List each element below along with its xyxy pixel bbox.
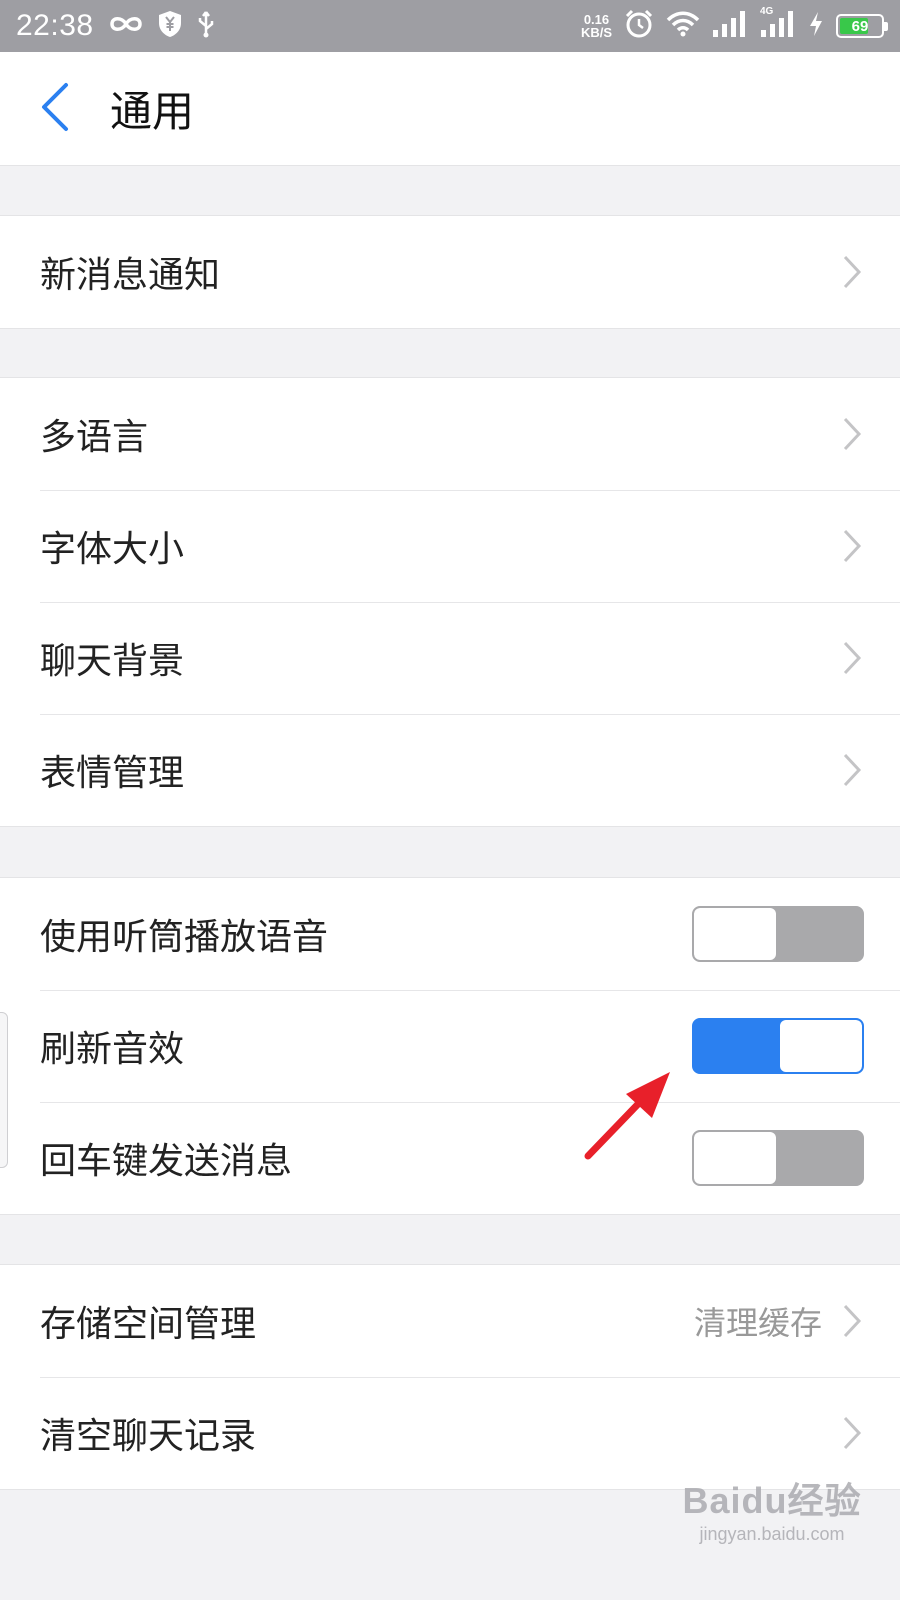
- enter-to-send-toggle[interactable]: [692, 1130, 864, 1186]
- chevron-right-icon: [840, 638, 864, 678]
- settings-row-new-message-notification[interactable]: 新消息通知: [0, 216, 900, 328]
- infinity-icon: [108, 13, 144, 39]
- row-label: 字体大小: [40, 529, 185, 570]
- status-bar: 22:38 0.16 KB/S 4G 69: [0, 0, 900, 52]
- charging-icon: [808, 11, 824, 41]
- settings-row-font-size[interactable]: 字体大小: [0, 490, 900, 602]
- signal-icon: [712, 10, 748, 42]
- toggle-knob: [694, 908, 776, 960]
- clear-cache-value: 清理缓存: [693, 1304, 822, 1342]
- battery-indicator: 69: [836, 14, 888, 38]
- settings-row-sticker-management[interactable]: 表情管理: [0, 714, 900, 826]
- back-button[interactable]: [0, 52, 110, 166]
- row-label: 清空聊天记录: [40, 1416, 257, 1457]
- settings-row-storage-management[interactable]: 存储空间管理 清理缓存: [0, 1265, 900, 1377]
- settings-group-notifications: 新消息通知: [0, 215, 900, 329]
- earpiece-playback-toggle[interactable]: [692, 906, 864, 962]
- settings-group-storage: 存储空间管理 清理缓存 清空聊天记录: [0, 1264, 900, 1490]
- annotation-arrow-icon: [584, 1072, 670, 1160]
- toggle-knob: [694, 1132, 776, 1184]
- watermark-logo: Baidu经验: [682, 1480, 862, 1521]
- settings-row-chat-background[interactable]: 聊天背景: [0, 602, 900, 714]
- refresh-sound-toggle[interactable]: [692, 1018, 864, 1074]
- signal-4g-icon: 4G: [760, 6, 796, 42]
- chevron-right-icon: [840, 414, 864, 454]
- row-label: 新消息通知: [40, 255, 221, 296]
- header-bar: 通用: [0, 52, 900, 166]
- chevron-right-icon: [840, 1301, 864, 1341]
- row-label: 存储空间管理: [40, 1304, 257, 1345]
- chevron-right-icon: [840, 1413, 864, 1453]
- toggle-knob: [780, 1020, 862, 1072]
- settings-group-display: 多语言 字体大小 聊天背景 表情管理: [0, 377, 900, 827]
- settings-row-refresh-sound: 刷新音效: [0, 990, 900, 1102]
- alarm-icon: [624, 9, 654, 43]
- page-title: 通用: [110, 87, 195, 136]
- edge-drag-handle[interactable]: [0, 1012, 8, 1168]
- chevron-left-icon: [40, 82, 70, 136]
- chevron-right-icon: [840, 526, 864, 566]
- watermark: Baidu经验 jingyan.baidu.com: [672, 1472, 872, 1545]
- settings-row-earpiece-playback: 使用听筒播放语音: [0, 878, 900, 990]
- wifi-icon: [666, 11, 700, 41]
- settings-row-enter-to-send: 回车键发送消息: [0, 1102, 900, 1214]
- row-label: 多语言: [40, 417, 149, 458]
- row-label: 聊天背景: [40, 641, 185, 682]
- settings-group-toggles: 使用听筒播放语音 刷新音效 回车键发送消息: [0, 877, 900, 1215]
- usb-icon: [196, 10, 216, 42]
- watermark-url: jingyan.baidu.com: [699, 1524, 845, 1544]
- chevron-right-icon: [840, 252, 864, 292]
- row-label: 表情管理: [40, 753, 185, 794]
- row-label: 使用听筒播放语音: [40, 917, 329, 958]
- row-label: 刷新音效: [40, 1029, 185, 1070]
- settings-row-language[interactable]: 多语言: [0, 378, 900, 490]
- chevron-right-icon: [840, 750, 864, 790]
- network-speed: 0.16 KB/S: [580, 12, 612, 40]
- shield-yen-icon: [158, 10, 182, 42]
- status-time: 22:38: [16, 9, 94, 42]
